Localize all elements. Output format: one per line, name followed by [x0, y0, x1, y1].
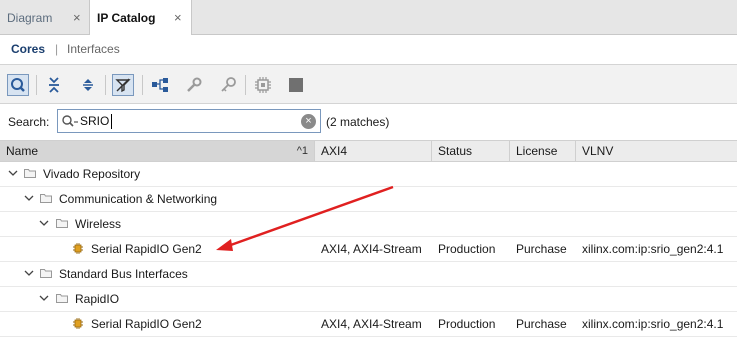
folder-icon	[24, 169, 36, 178]
sort-ascending-icon: ^1	[296, 145, 308, 157]
text-cursor	[111, 114, 112, 129]
tree-row-folder[interactable]: Communication & Networking	[0, 187, 737, 212]
tree-row-ip[interactable]: Serial RapidIO Gen2 AXI4, AXI4-Stream Pr…	[0, 312, 737, 337]
folder-icon	[56, 294, 68, 303]
tree-row-label: Standard Bus Interfaces	[59, 267, 188, 281]
cell-status: Production	[438, 242, 496, 256]
tree-row-folder[interactable]: Standard Bus Interfaces	[0, 262, 737, 287]
hierarchy-icon[interactable]	[149, 74, 171, 96]
toolbar-separator	[36, 75, 37, 95]
tree-row-folder[interactable]: RapidIO	[0, 287, 737, 312]
chip-icon[interactable]	[252, 74, 274, 96]
folder-icon	[40, 269, 52, 278]
stop-icon[interactable]	[285, 74, 307, 96]
folder-icon	[40, 194, 52, 203]
match-count: (2 matches)	[326, 115, 390, 129]
column-header-name[interactable]: Name ^1	[0, 141, 315, 161]
column-header-license[interactable]: License	[510, 141, 576, 161]
tab-ip-catalog-label: IP Catalog	[97, 11, 156, 25]
folder-icon	[56, 219, 68, 228]
chevron-down-icon[interactable]	[39, 218, 49, 228]
chevron-down-icon[interactable]	[24, 268, 34, 278]
toolbar-separator	[105, 75, 106, 95]
table-header: Name ^1 AXI4 Status License VLNV	[0, 140, 737, 162]
cell-vlnv: xilinx.com:ip:srio_gen2:4.1	[582, 317, 724, 331]
tree-row-label: Serial RapidIO Gen2	[91, 242, 202, 256]
column-header-status[interactable]: Status	[432, 141, 510, 161]
column-header-axi4[interactable]: AXI4	[315, 141, 432, 161]
chevron-down-icon[interactable]	[24, 193, 34, 203]
cell-vlnv: xilinx.com:ip:srio_gen2:4.1	[582, 242, 724, 256]
close-icon[interactable]: ×	[174, 10, 182, 25]
tree-row-label: RapidIO	[75, 292, 120, 306]
search-input[interactable]	[80, 113, 280, 129]
toolbar-separator	[245, 75, 246, 95]
close-icon[interactable]: ×	[73, 10, 81, 25]
cell-license: Purchase	[516, 317, 567, 331]
tab-cores[interactable]: Cores	[11, 42, 45, 56]
tab-diagram[interactable]: Diagram ×	[0, 0, 90, 34]
search-box[interactable]: ×	[57, 109, 321, 133]
ip-tree: Vivado Repository Communication & Networ…	[0, 162, 737, 337]
search-icon[interactable]	[7, 74, 29, 96]
tab-interfaces[interactable]: Interfaces	[67, 42, 120, 56]
key-icon[interactable]	[217, 74, 239, 96]
filter-icon[interactable]	[112, 74, 134, 96]
column-header-name-label: Name	[6, 144, 39, 158]
cell-axi4: AXI4, AXI4-Stream	[321, 317, 422, 331]
tree-row-ip[interactable]: Serial RapidIO Gen2 AXI4, AXI4-Stream Pr…	[0, 237, 737, 262]
tab-ip-catalog[interactable]: IP Catalog ×	[90, 0, 192, 35]
tree-row-label: Vivado Repository	[43, 167, 141, 181]
tab-bar: Diagram × IP Catalog ×	[0, 0, 737, 35]
chevron-down-icon[interactable]	[39, 293, 49, 303]
toolbar-separator	[142, 75, 143, 95]
cell-status: Production	[438, 317, 496, 331]
column-header-vlnv[interactable]: VLNV	[576, 141, 737, 161]
sub-tab-bar: Cores | Interfaces	[0, 35, 737, 64]
chevron-down-icon[interactable]	[8, 168, 18, 178]
tab-separator: |	[55, 42, 59, 56]
cell-license: Purchase	[516, 242, 567, 256]
wrench-icon[interactable]	[183, 74, 205, 96]
ip-core-icon	[73, 318, 83, 329]
search-icon	[62, 115, 78, 127]
tab-diagram-label: Diagram	[7, 11, 53, 25]
tree-row-folder[interactable]: Wireless	[0, 212, 737, 237]
expand-all-icon[interactable]	[77, 74, 99, 96]
search-row: Search: × (2 matches)	[0, 104, 737, 140]
tree-row-label: Serial RapidIO Gen2	[91, 317, 202, 331]
tree-row-label: Wireless	[75, 217, 122, 231]
tree-row-label: Communication & Networking	[59, 192, 218, 206]
collapse-all-icon[interactable]	[43, 74, 65, 96]
toolbar	[0, 64, 737, 104]
tree-row-folder[interactable]: Vivado Repository	[0, 162, 737, 187]
search-label: Search:	[8, 115, 50, 129]
clear-search-icon[interactable]: ×	[301, 114, 316, 129]
ip-core-icon	[73, 243, 83, 254]
cell-axi4: AXI4, AXI4-Stream	[321, 242, 422, 256]
